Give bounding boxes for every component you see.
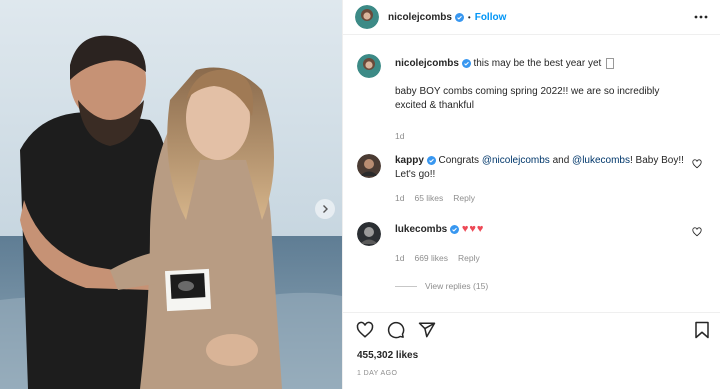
comment-heart-icon[interactable]	[692, 227, 702, 237]
comment-username[interactable]: kappy	[395, 155, 424, 166]
comment-likes[interactable]: 669 likes	[414, 253, 448, 263]
comment-meta: 1d 669 likes Reply	[395, 251, 684, 265]
view-replies-row[interactable]: View replies (15)	[395, 279, 684, 293]
commenter-avatar[interactable]	[357, 154, 381, 178]
share-icon[interactable]	[418, 321, 436, 339]
instagram-post: nicolejcombs • Follow nicolejcombs this …	[0, 0, 720, 389]
comment-username[interactable]: lukecombs	[395, 224, 447, 235]
verified-badge-icon	[454, 12, 464, 22]
action-bar	[343, 312, 720, 343]
comment-heart-icon[interactable]	[692, 159, 702, 169]
avatar-image	[357, 222, 381, 246]
avatar-image	[357, 154, 381, 178]
caption-avatar[interactable]	[357, 54, 381, 78]
comment-age: 1d	[395, 253, 405, 263]
verified-badge-icon	[461, 58, 471, 68]
avatar-image	[355, 5, 379, 29]
commenter-avatar[interactable]	[357, 222, 381, 246]
comment-text-part: Congrats	[438, 155, 482, 166]
caption-username[interactable]: nicolejcombs	[395, 58, 459, 69]
mention-link[interactable]: @lukecombs	[572, 155, 630, 166]
verified-badge-icon	[450, 224, 460, 234]
reply-button[interactable]: Reply	[453, 193, 475, 203]
separator-dot: •	[467, 12, 471, 22]
more-icon[interactable]	[694, 14, 708, 20]
caption-line-1: this may be the best year yet	[473, 58, 602, 69]
likes-count[interactable]: 455,302 likes	[357, 350, 418, 361]
comments-list[interactable]: nicolejcombs this may be the best year y…	[343, 46, 720, 308]
verified-badge-icon	[426, 155, 436, 165]
comment-text: lukecombs ♥♥♥ 1d 669 likes Reply View repl…	[395, 222, 684, 293]
chevron-right-icon	[323, 205, 328, 213]
author-avatar[interactable]	[355, 5, 379, 29]
post-photo[interactable]	[0, 0, 342, 389]
next-photo-button[interactable]	[315, 199, 335, 219]
hearts-emoji: ♥♥♥	[461, 223, 485, 235]
reply-button[interactable]: Reply	[458, 253, 480, 263]
heart-icon[interactable]	[356, 321, 374, 339]
comment-meta: 1d 65 likes Reply	[395, 191, 684, 205]
author-username[interactable]: nicolejcombs	[388, 12, 452, 23]
caption-age: 1d	[395, 131, 405, 141]
avatar-image	[357, 54, 381, 78]
emoji-placeholder-icon	[606, 57, 615, 69]
comment-likes[interactable]: 65 likes	[414, 193, 443, 203]
comment-text: kappy Congrats @nicolejcombs and @lukeco…	[395, 154, 684, 205]
comment-icon[interactable]	[387, 321, 405, 339]
caption-text: nicolejcombs this may be the best year y…	[395, 57, 684, 143]
view-replies-button[interactable]: View replies (15)	[425, 281, 488, 291]
follow-button[interactable]: Follow	[475, 12, 507, 23]
mention-link[interactable]: @nicolejcombs	[482, 155, 550, 166]
replies-line	[395, 286, 417, 288]
photo-illustration	[0, 0, 342, 389]
bookmark-icon[interactable]	[694, 321, 710, 339]
comment-age: 1d	[395, 193, 405, 203]
post-time: 1 DAY AGO	[357, 370, 398, 377]
caption-line-2: baby BOY combs coming spring 2022!! we a…	[395, 86, 660, 111]
comment-text-part: and	[549, 155, 573, 166]
post-header: nicolejcombs • Follow	[343, 0, 720, 35]
post-sidebar: nicolejcombs • Follow nicolejcombs this …	[342, 0, 720, 389]
